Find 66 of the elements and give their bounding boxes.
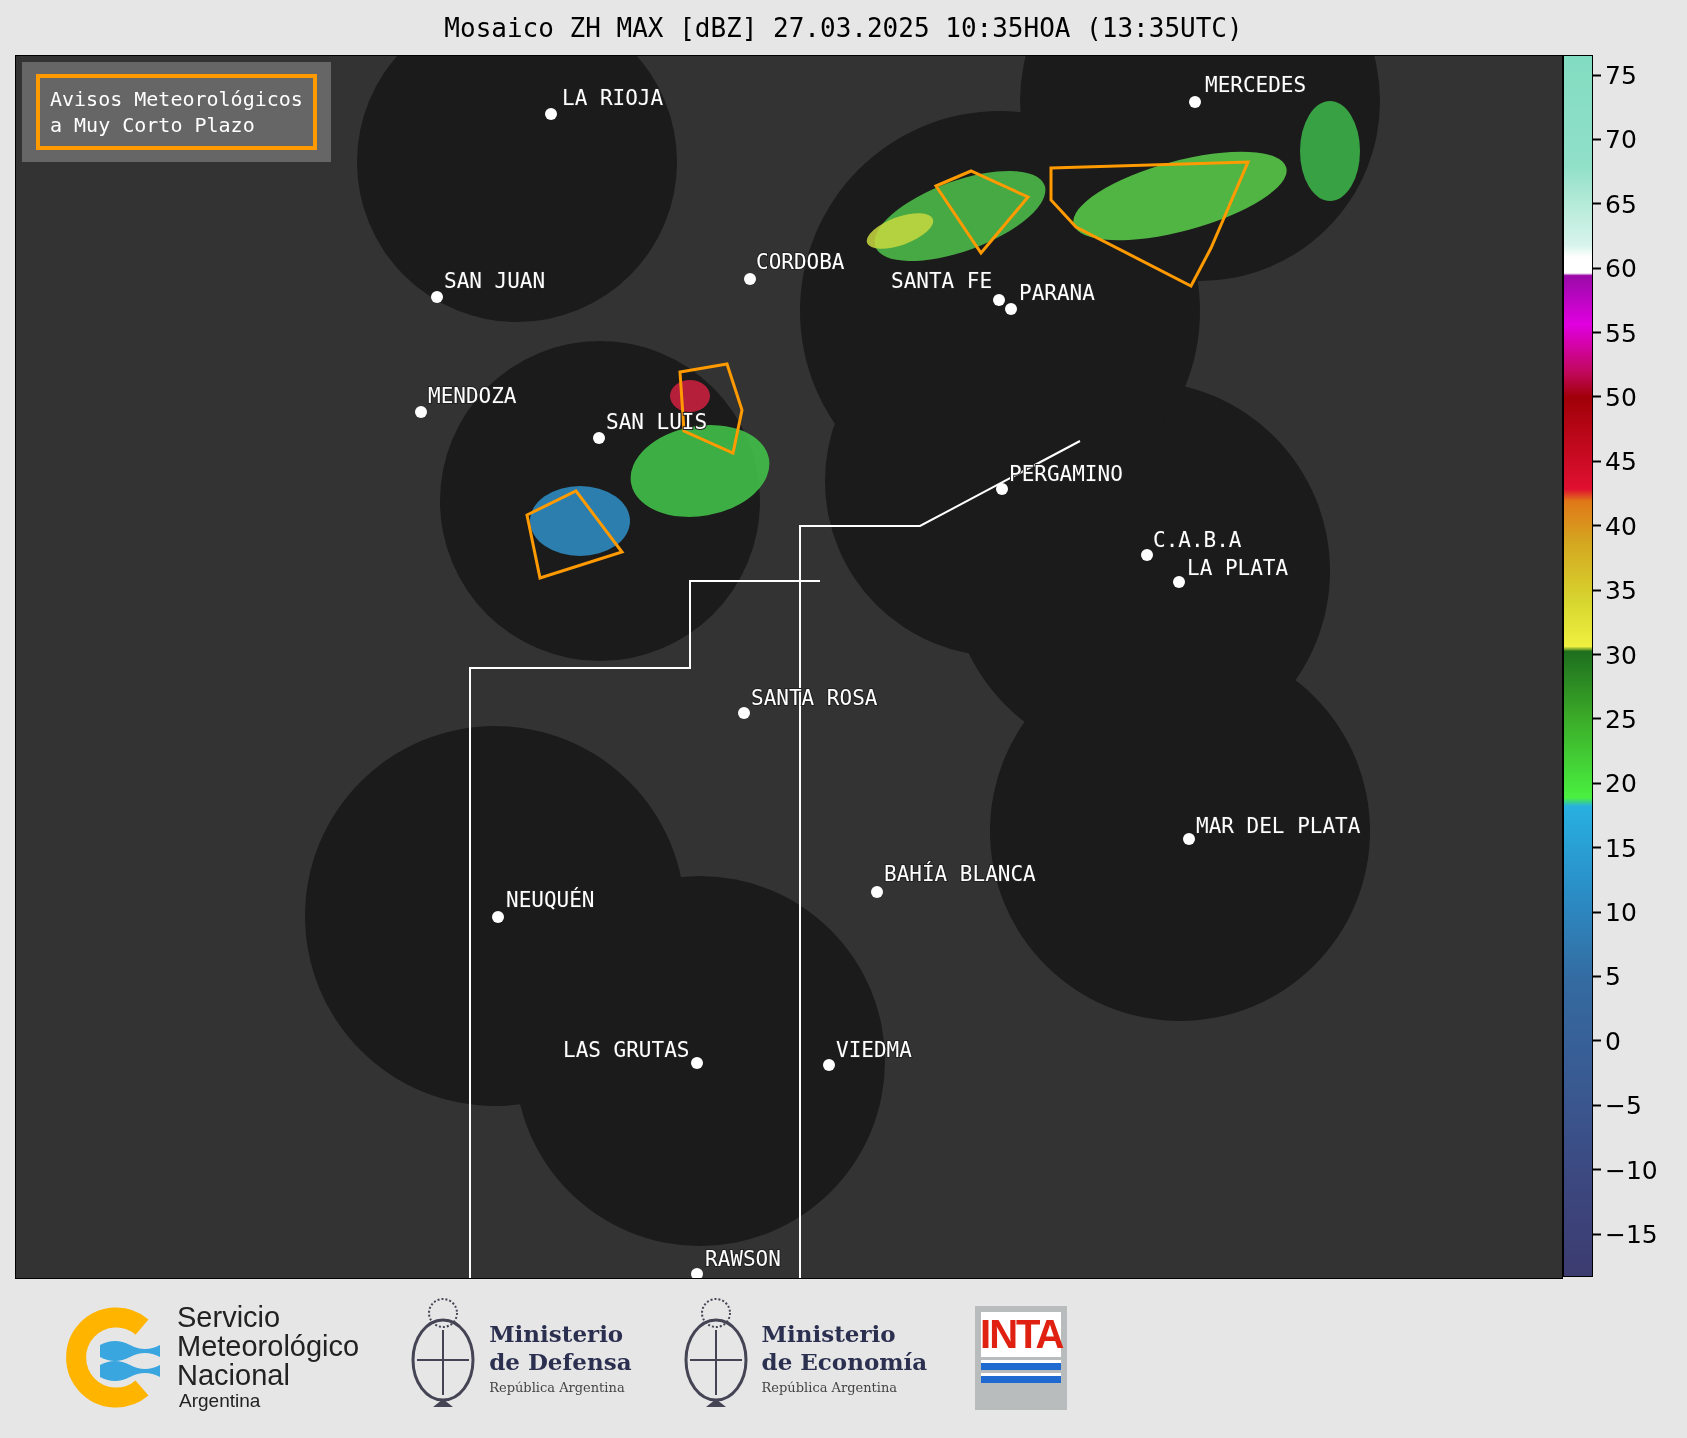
scale-tick-label: 50 [1605, 382, 1637, 412]
city-dot [871, 886, 883, 898]
scale-tick-label: 40 [1605, 511, 1637, 541]
scale-tick-label: 10 [1605, 897, 1637, 927]
scale-tick-label: 75 [1605, 60, 1637, 90]
logo-text: Ministerio [761, 1320, 897, 1348]
city-dot [1005, 303, 1017, 315]
city-label: MAR DEL PLATA [1196, 814, 1361, 838]
logo-text: Nacional [177, 1361, 290, 1390]
legend-text: a Muy Corto Plazo [50, 112, 256, 138]
city-label: MENDOZA [428, 384, 517, 408]
city-dot [431, 291, 443, 303]
scale-tick-label: 70 [1605, 124, 1637, 154]
city-label: SAN JUAN [444, 269, 546, 293]
scale-tick-label: 30 [1605, 640, 1637, 669]
scale-tick-label: 5 [1605, 961, 1621, 991]
city-label: RAWSON [705, 1247, 781, 1271]
city-dot [545, 108, 557, 120]
logo-text: de Economía [761, 1348, 928, 1376]
logo-text: de Defensa [489, 1348, 632, 1376]
city-dot [1141, 549, 1153, 561]
city-label: C.A.B.A [1153, 528, 1242, 552]
city-label: BAHÍA BLANCA [884, 862, 1036, 886]
logo-text: Ministerio [489, 1320, 625, 1348]
city-label: LA PLATA [1187, 556, 1289, 580]
city-label: LA RIOJA [562, 86, 664, 110]
legend-text: Avisos Meteorológicos [50, 86, 303, 112]
scale-tick-label: 65 [1605, 189, 1637, 219]
city-label: VIEDMA [836, 1038, 912, 1062]
city-label: MERCEDES [1205, 73, 1307, 97]
scale-tick-label: −5 [1605, 1090, 1642, 1120]
scale-tick-label: 55 [1605, 318, 1637, 348]
scale-tick-label: −15 [1605, 1219, 1658, 1249]
logo-text: Servicio [177, 1303, 282, 1332]
scale-tick-label: 60 [1605, 253, 1637, 283]
logo-text: República Argentina [761, 1380, 899, 1395]
city-dot [593, 432, 605, 444]
chart-title: Mosaico ZH MAX [dBZ] 27.03.2025 10:35HOA (13:35UTC) [443, 11, 1244, 45]
city-label: LAS GRUTAS [563, 1038, 690, 1062]
city-dot [691, 1057, 703, 1069]
city-dot [492, 911, 504, 923]
city-dot [415, 406, 427, 418]
city-dot [738, 707, 750, 719]
city-dot [1173, 576, 1185, 588]
scale-tick-label: 35 [1605, 575, 1637, 605]
city-label: PERGAMINO [1009, 462, 1123, 486]
city-label: SANTA FE [891, 269, 993, 293]
city-dot [744, 273, 756, 285]
scale-tick-label: 0 [1605, 1026, 1621, 1056]
scale-tick-label: 15 [1605, 833, 1637, 863]
city-label: CORDOBA [756, 250, 845, 274]
scale-tick-label: 20 [1605, 768, 1637, 798]
city-dot [993, 294, 1005, 306]
city-label: NEUQUÉN [506, 888, 595, 912]
logo-text: República Argentina [489, 1380, 626, 1395]
scale-tick-label: 45 [1605, 446, 1637, 476]
radar-echo [670, 380, 710, 412]
city-dot [1189, 96, 1201, 108]
city-dot [823, 1059, 835, 1071]
city-label: PARANA [1019, 281, 1095, 305]
scale-tick-label: −10 [1605, 1155, 1658, 1185]
city-dot [996, 483, 1008, 495]
logo-text: INTA [980, 1311, 1063, 1357]
city-dot [1183, 833, 1195, 845]
scale-tick-label: 25 [1605, 704, 1637, 734]
logo-text: Argentina [179, 1390, 262, 1412]
